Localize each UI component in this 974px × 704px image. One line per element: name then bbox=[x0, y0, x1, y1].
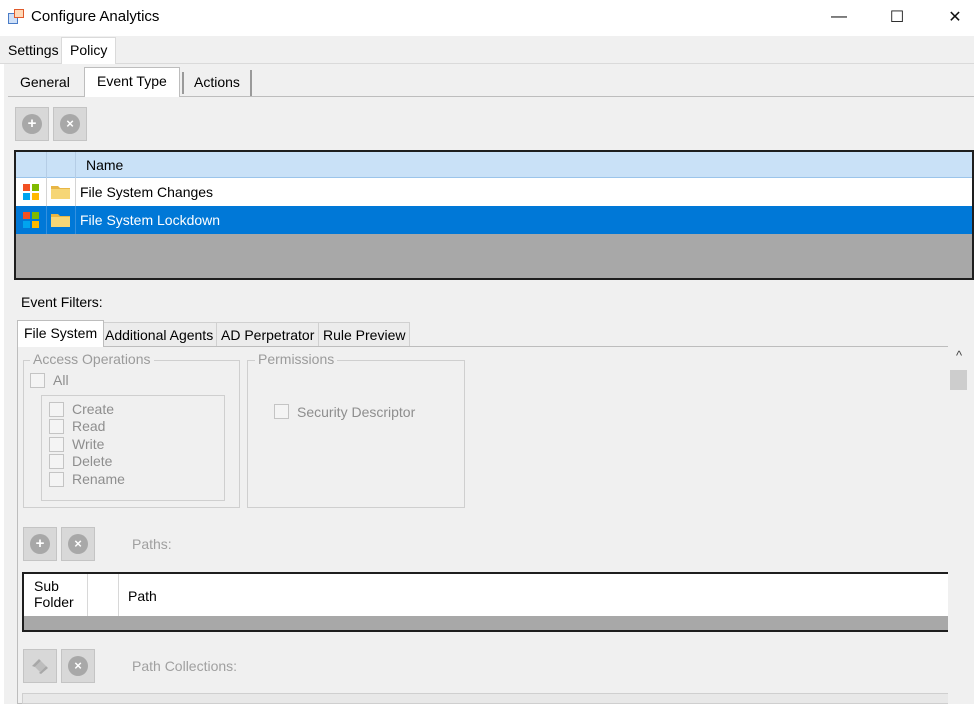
grid-header-cell bbox=[47, 152, 76, 178]
close-button[interactable]: ✕ bbox=[930, 0, 974, 34]
remove-event-type-button[interactable]: × bbox=[53, 107, 87, 141]
tab-file-system[interactable]: File System bbox=[17, 320, 105, 347]
delete-checkbox[interactable] bbox=[49, 454, 64, 469]
write-label: Write bbox=[72, 436, 105, 452]
tab-general[interactable]: General bbox=[10, 70, 80, 96]
add-path-button[interactable]: + bbox=[23, 527, 57, 561]
write-checkbox[interactable] bbox=[49, 437, 64, 452]
path-collections-grid bbox=[22, 693, 948, 704]
windows-logo-icon bbox=[23, 212, 39, 228]
security-descriptor-checkbox[interactable] bbox=[274, 404, 289, 419]
read-checkbox[interactable] bbox=[49, 419, 64, 434]
path-collections-label: Path Collections: bbox=[132, 658, 238, 674]
column-divider bbox=[118, 574, 119, 616]
rename-checkbox[interactable] bbox=[49, 472, 64, 487]
minimize-button[interactable]: — bbox=[814, 0, 864, 34]
remove-icon: × bbox=[68, 534, 88, 554]
operations-list bbox=[41, 395, 225, 501]
tab-additional-agents[interactable]: Additional Agents bbox=[100, 322, 219, 346]
tab-policy[interactable]: Policy bbox=[61, 37, 117, 65]
create-checkbox[interactable] bbox=[49, 402, 64, 417]
remove-path-button[interactable]: × bbox=[61, 527, 95, 561]
cell-divider bbox=[46, 178, 47, 206]
column-header-path[interactable]: Path bbox=[128, 588, 157, 604]
add-icon: + bbox=[30, 534, 50, 554]
tab-ad-perpetrator[interactable]: AD Perpetrator bbox=[216, 322, 320, 346]
add-icon: + bbox=[22, 114, 42, 134]
event-filters-label: Event Filters: bbox=[21, 294, 103, 310]
window-title: Configure Analytics bbox=[31, 8, 160, 25]
grid-row[interactable]: File System Changes bbox=[16, 178, 972, 206]
grid-header-cell bbox=[16, 152, 47, 178]
create-label: Create bbox=[72, 401, 115, 417]
tab-rule-preview[interactable]: Rule Preview bbox=[318, 322, 411, 346]
column-header-subfolder[interactable]: Sub Folder bbox=[34, 578, 88, 610]
tab-divider bbox=[182, 72, 184, 94]
path-collection-icon bbox=[32, 659, 48, 674]
folder-icon bbox=[51, 186, 70, 199]
scroll-up-arrow-icon[interactable]: ^ bbox=[948, 348, 970, 368]
remove-icon: × bbox=[60, 114, 80, 134]
grid-row-selected[interactable]: File System Lockdown bbox=[16, 206, 972, 234]
rename-label: Rename bbox=[72, 471, 125, 487]
read-label: Read bbox=[72, 418, 106, 434]
add-event-type-button[interactable]: + bbox=[15, 107, 49, 141]
filter-scrollbar[interactable] bbox=[948, 346, 970, 704]
event-type-grid: Name File System Changes File System Loc… bbox=[14, 150, 974, 280]
permissions-title: Permissions bbox=[255, 351, 338, 367]
grid-header: Name bbox=[16, 152, 972, 178]
row-name: File System Changes bbox=[80, 184, 214, 200]
tab-settings[interactable]: Settings bbox=[2, 39, 65, 64]
cell-divider bbox=[75, 178, 76, 206]
all-label: All bbox=[53, 372, 69, 388]
tab-event-type[interactable]: Event Type bbox=[84, 67, 180, 97]
delete-label: Delete bbox=[72, 453, 113, 469]
column-header-name[interactable]: Name bbox=[86, 157, 123, 173]
column-divider bbox=[87, 574, 88, 616]
security-descriptor-label: Security Descriptor bbox=[297, 404, 416, 420]
add-path-collection-button[interactable] bbox=[23, 649, 57, 683]
tab-actions[interactable]: Actions bbox=[184, 70, 252, 96]
remove-icon: × bbox=[68, 656, 88, 676]
cell-divider bbox=[46, 206, 47, 234]
title-bar: Configure Analytics — ☐ ✕ bbox=[0, 0, 974, 34]
folder-icon bbox=[51, 214, 70, 227]
access-operations-title: Access Operations bbox=[30, 351, 154, 367]
windows-logo-icon bbox=[23, 184, 39, 200]
paths-grid-header: Sub Folder Path bbox=[24, 574, 948, 616]
row-name: File System Lockdown bbox=[80, 212, 221, 228]
cell-divider bbox=[75, 206, 76, 234]
all-checkbox[interactable] bbox=[30, 373, 45, 388]
scroll-thumb[interactable] bbox=[950, 370, 967, 390]
app-icon bbox=[8, 9, 24, 24]
maximize-button[interactable]: ☐ bbox=[872, 0, 922, 34]
permissions-group bbox=[247, 360, 465, 508]
top-tab-strip bbox=[0, 36, 974, 64]
paths-grid: Sub Folder Path bbox=[22, 572, 948, 632]
remove-path-collection-button[interactable]: × bbox=[61, 649, 95, 683]
paths-label: Paths: bbox=[132, 536, 172, 552]
